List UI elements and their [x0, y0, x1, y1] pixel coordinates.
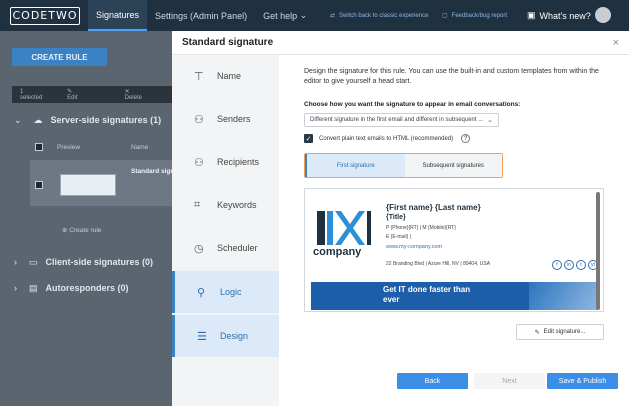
select-all-checkbox[interactable]: [35, 143, 43, 151]
selected-count: 1 selected: [20, 88, 43, 101]
banner-image: [529, 282, 599, 310]
signature-phone: P {Phone}{RT} | M {Mobile}{RT}: [386, 225, 456, 231]
convert-html-label: Convert plain text emails to HTML (recom…: [319, 135, 454, 142]
delete-action[interactable]: ✕ Delete: [109, 88, 172, 101]
close-icon[interactable]: ×: [613, 37, 619, 49]
banner-text: Get IT done faster than ever: [383, 285, 471, 304]
edit-signature-button[interactable]: ✎ Edit signature...: [516, 324, 604, 340]
monitor-icon: ▭: [29, 256, 38, 267]
signature-address: 22 Branding Blvd | Azure Hill, NV | 8940…: [386, 261, 491, 267]
server-side-section[interactable]: ⌄ ☁ Server-side signatures (1): [0, 112, 172, 128]
chevron-down-icon: ⌄: [14, 114, 22, 125]
pencil-icon: ✎: [534, 329, 540, 336]
signature-name: {First name} {Last name}: [386, 203, 481, 212]
col-name: Name: [131, 144, 149, 151]
create-rule-button[interactable]: CREATE RULE: [12, 48, 107, 66]
appearance-question: Choose how you want the signature to app…: [304, 101, 521, 108]
signpost-icon: ⊤: [194, 70, 204, 83]
signature-modal: Standard signature × ⊤ Name ⚇ Senders ⚇ …: [172, 31, 629, 406]
modal-title: Standard signature: [182, 37, 274, 48]
modal-content: Design the signature for this rule. You …: [279, 55, 629, 385]
signature-mode-select[interactable]: Different signature in the first email a…: [304, 113, 499, 127]
help-icon[interactable]: ?: [461, 134, 471, 143]
nav-get-help[interactable]: Get help ⌄: [255, 0, 315, 31]
row-name: Standard sign: [131, 168, 175, 175]
whats-new-link[interactable]: ▣ What's new?: [527, 0, 591, 31]
convert-html-row: ✓ Convert plain text emails to HTML (rec…: [304, 134, 471, 143]
signature-website: www.my-company.com: [386, 244, 443, 250]
side-item-senders[interactable]: ⚇ Senders: [172, 98, 279, 140]
logic-icon: ⚲: [197, 286, 206, 299]
clock-icon: ◷: [194, 242, 204, 255]
chevron-right-icon: ›: [14, 283, 17, 293]
signature-banner: Get IT done faster than ever: [311, 282, 599, 310]
switch-classic-link[interactable]: ⇄ Switch back to classic experience: [330, 0, 428, 31]
tab-subsequent-signatures[interactable]: Subsequent signatures: [404, 154, 502, 177]
senders-icon: ⚇: [194, 113, 204, 126]
next-button[interactable]: Next: [474, 373, 545, 389]
autoresponders-section[interactable]: › ▤ Autoresponders (0): [0, 280, 172, 296]
client-side-section[interactable]: › ▭ Client-side signatures (0): [0, 254, 172, 270]
recipients-icon: ⚇: [194, 156, 204, 169]
codetwo-logo[interactable]: CODETWO: [10, 6, 80, 25]
side-item-scheduler[interactable]: ◷ Scheduler: [172, 227, 279, 269]
feedback-icon: ▢: [442, 13, 448, 19]
chevron-down-icon: ⌄: [487, 117, 493, 124]
signature-tabs: First signature Subsequent signatures: [304, 153, 503, 178]
cloud-icon: ☁: [33, 114, 43, 125]
design-icon: ☰: [197, 330, 207, 343]
side-item-keywords[interactable]: ⌗ Keywords: [172, 184, 279, 226]
side-item-design[interactable]: ☰ Design: [172, 315, 279, 357]
row-checkbox[interactable]: [35, 181, 43, 189]
linkedin-icon: in: [564, 260, 574, 270]
side-item-logic[interactable]: ⚲ Logic: [172, 271, 279, 313]
nav-signatures[interactable]: Signatures: [88, 0, 148, 31]
feedback-link[interactable]: ▢ Feedback/bug report: [442, 0, 507, 31]
tab-first-signature[interactable]: First signature: [305, 154, 405, 177]
modal-header: Standard signature ×: [172, 31, 629, 55]
avatar[interactable]: [595, 7, 611, 23]
preview-scrollbar[interactable]: [596, 192, 600, 310]
signature-email: E {E-mail} |: [386, 234, 411, 240]
col-preview: Preview: [57, 144, 81, 151]
modal-footer: Back Next Save & Publish: [279, 372, 629, 406]
inbox-icon: ▤: [29, 282, 38, 293]
twitter-icon: t: [576, 260, 586, 270]
nav-settings[interactable]: Settings (Admin Panel): [147, 0, 255, 31]
save-publish-button[interactable]: Save & Publish: [547, 373, 618, 389]
signature-title: {Title}: [386, 214, 406, 221]
keywords-icon: ⌗: [194, 198, 201, 211]
bulk-toolbar: 1 selected ✎ Edit ✕ Delete: [12, 86, 172, 103]
convert-html-checkbox[interactable]: ✓: [304, 134, 313, 143]
side-nav: ⊤ Name ⚇ Senders ⚇ Recipients ⌗ Keywords…: [172, 55, 279, 406]
signature-thumbnail: [60, 174, 116, 196]
edit-action[interactable]: ✎ Edit: [51, 88, 108, 101]
description-text: Design the signature for this rule. You …: [304, 68, 599, 85]
facebook-icon: f: [552, 260, 562, 270]
back-button[interactable]: Back: [397, 373, 468, 389]
side-item-name[interactable]: ⊤ Name: [172, 55, 279, 97]
social-icons: f in t yt: [552, 260, 600, 270]
switch-icon: ⇄: [330, 13, 336, 19]
company-logo-icon: [317, 211, 371, 245]
create-rule-link[interactable]: ⊕ Create rule: [62, 226, 101, 234]
chevron-right-icon: ›: [14, 257, 17, 267]
side-item-recipients[interactable]: ⚇ Recipients: [172, 141, 279, 183]
signature-preview: company {First name} {Last name} {Title}…: [304, 188, 604, 312]
gift-icon: ▣: [527, 10, 536, 20]
chevron-down-icon: ⌄: [299, 10, 308, 20]
top-bar: CODETWO Signatures Settings (Admin Panel…: [0, 0, 629, 31]
company-name: company: [313, 246, 362, 258]
